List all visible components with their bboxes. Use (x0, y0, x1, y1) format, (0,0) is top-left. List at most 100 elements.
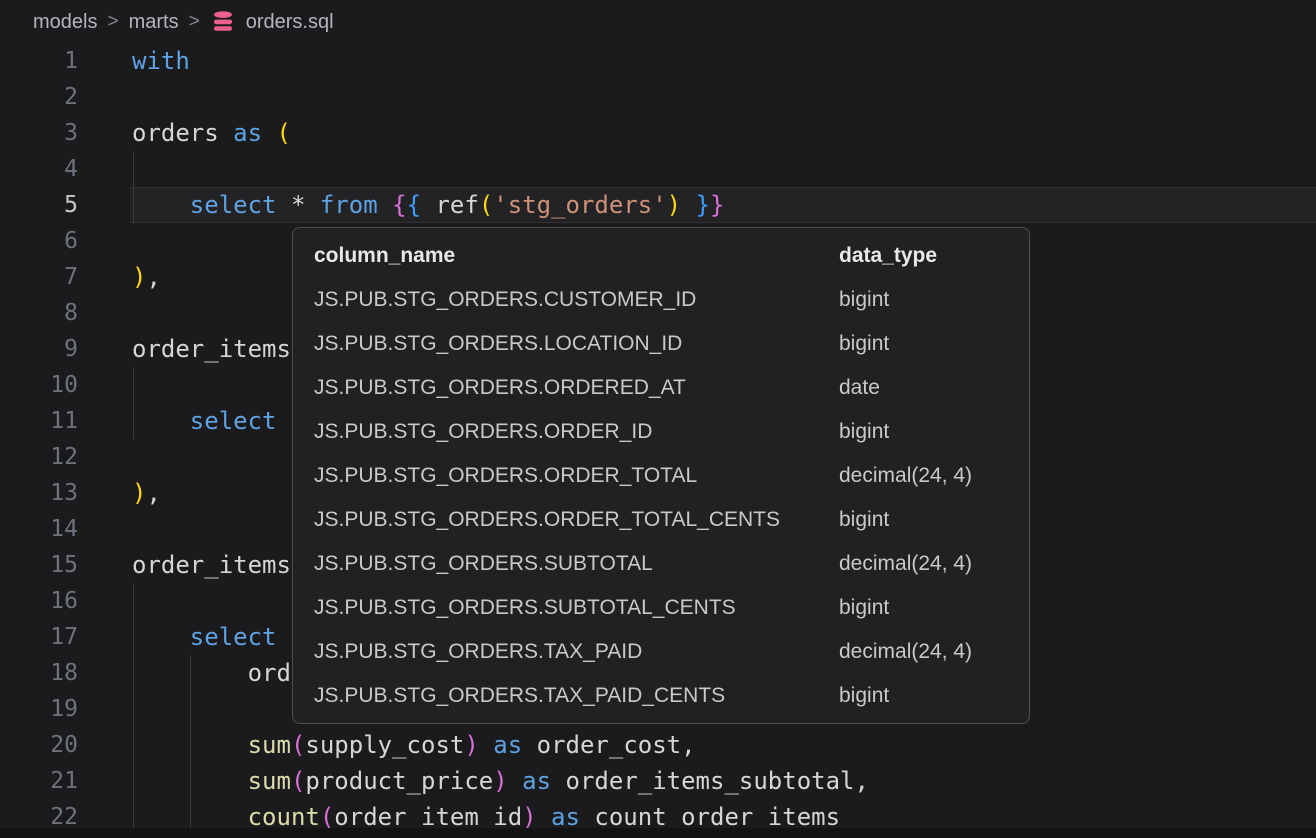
code-token: ( (320, 803, 334, 831)
data-type-cell: bigint (839, 508, 889, 532)
line-number[interactable]: 2 (0, 79, 78, 115)
data-type-cell: bigint (839, 596, 889, 620)
line-number[interactable]: 21 (0, 763, 78, 799)
line-number[interactable]: 6 (0, 223, 78, 259)
code-token (132, 191, 190, 219)
column-name-cell: JS.PUB.STG_ORDERS.LOCATION_ID (314, 332, 682, 356)
code-token (132, 623, 190, 651)
code-line-21[interactable]: 21 sum(product_price) as order_items_sub… (0, 763, 1316, 799)
code-token: * (291, 191, 305, 219)
code-token: with (132, 47, 190, 75)
line-number[interactable]: 18 (0, 655, 78, 691)
breadcrumb-item-models[interactable]: models (33, 11, 97, 34)
line-number[interactable]: 9 (0, 331, 78, 367)
code-token (522, 731, 536, 759)
code-token: select (190, 407, 277, 435)
line-number[interactable]: 4 (0, 151, 78, 187)
column-name-cell: JS.PUB.STG_ORDERS.SUBTOTAL (314, 552, 653, 576)
bottom-panel-edge (0, 828, 1316, 838)
code-line-3[interactable]: 3 orders as ( (0, 115, 1316, 151)
line-number[interactable]: 15 (0, 547, 78, 583)
code-token: ref (435, 191, 478, 219)
code-text: select * from {{ ref('stg_orders') }} (132, 187, 724, 223)
data-type-cell: decimal(24, 4) (839, 552, 972, 576)
line-number[interactable]: 16 (0, 583, 78, 619)
line-number[interactable]: 19 (0, 691, 78, 727)
code-token: { (392, 191, 406, 219)
column-row: JS.PUB.STG_ORDERS.TAX_PAID decimal(24, 4) (293, 630, 1029, 674)
code-token: order_item_id (334, 803, 522, 831)
line-number[interactable]: 3 (0, 115, 78, 151)
code-token: select (190, 623, 277, 651)
column-row: JS.PUB.STG_ORDERS.ORDERED_ATdate (293, 366, 1029, 410)
line-number[interactable]: 12 (0, 439, 78, 475)
code-line-5[interactable]: 5 select * from {{ ref('stg_orders') }} (0, 187, 1316, 223)
data-type-cell: bigint (839, 332, 889, 356)
code-text: select (132, 403, 277, 439)
data-type-cell: bigint (839, 420, 889, 444)
code-text: ), (132, 475, 161, 511)
code-token: count (248, 803, 320, 831)
code-token (262, 119, 276, 147)
code-token: , (146, 479, 160, 507)
code-text: orders as ( (132, 115, 291, 151)
code-line-1[interactable]: 1 with (0, 43, 1316, 79)
code-text: with (132, 43, 190, 79)
code-token: product_price (305, 767, 493, 795)
line-number[interactable]: 7 (0, 259, 78, 295)
code-token (132, 731, 248, 759)
data-type-cell: bigint (839, 288, 889, 312)
code-token (378, 191, 392, 219)
line-number[interactable]: 5 (0, 187, 78, 223)
code-token (132, 767, 248, 795)
code-token (551, 767, 565, 795)
breadcrumb-item-marts[interactable]: marts (129, 11, 179, 34)
line-number[interactable]: 8 (0, 295, 78, 331)
column-name-cell: JS.PUB.STG_ORDERS.SUBTOTAL_CENTS (314, 596, 736, 620)
breadcrumb-item-filename[interactable]: orders.sql (246, 11, 334, 34)
code-token (132, 407, 190, 435)
code-token: as (233, 119, 262, 147)
column-info-popup: column_name data_type JS.PUB.STG_ORDERS.… (292, 227, 1030, 724)
column-name-cell: JS.PUB.STG_ORDERS.TAX_PAID (314, 640, 642, 664)
code-token: sum (248, 731, 291, 759)
code-token: order_items (132, 551, 291, 579)
code-token (580, 803, 594, 831)
code-line-2[interactable]: 2 (0, 79, 1316, 115)
code-text: select (132, 619, 277, 655)
column-row: JS.PUB.STG_ORDERS.CUSTOMER_IDbigint (293, 278, 1029, 322)
code-token: ( (291, 767, 305, 795)
code-token: order_cost, (537, 731, 696, 759)
column-row: JS.PUB.STG_ORDERS.SUBTOTAL_CENTS bigint (293, 586, 1029, 630)
code-token: from (320, 191, 378, 219)
code-token: order_items (132, 335, 291, 363)
code-text: sum(product_price) as order_items_subtot… (132, 763, 869, 799)
column-row: JS.PUB.STG_ORDERS.SUBTOTAL decimal(24, 4) (293, 542, 1029, 586)
code-token: sum (248, 767, 291, 795)
column-name-cell: JS.PUB.STG_ORDERS.ORDERED_AT (314, 376, 686, 400)
code-text: order_items (132, 547, 291, 583)
breadcrumb-separator: > (189, 11, 200, 33)
line-number[interactable]: 13 (0, 475, 78, 511)
column-row: JS.PUB.STG_ORDERS.ORDER_IDbigint (293, 410, 1029, 454)
data-type-cell: decimal(24, 4) (839, 464, 972, 488)
line-number[interactable]: 1 (0, 43, 78, 79)
code-token: , (146, 263, 160, 291)
code-token: ) (522, 803, 536, 831)
line-number[interactable]: 11 (0, 403, 78, 439)
line-number[interactable]: 17 (0, 619, 78, 655)
line-number[interactable]: 14 (0, 511, 78, 547)
data-type-cell: decimal(24, 4) (839, 640, 972, 664)
code-token: } (696, 191, 710, 219)
line-number[interactable]: 20 (0, 727, 78, 763)
line-number[interactable]: 10 (0, 367, 78, 403)
code-token: ( (479, 191, 493, 219)
code-line-20[interactable]: 20 sum(supply_cost) as order_cost, (0, 727, 1316, 763)
code-token (132, 803, 248, 831)
popup-header-row: column_name data_type (293, 234, 1029, 278)
column-row: JS.PUB.STG_ORDERS.LOCATION_ID bigint (293, 322, 1029, 366)
code-token: select (190, 191, 277, 219)
column-name-cell: JS.PUB.STG_ORDERS.ORDER_TOTAL_CENTS (314, 508, 780, 532)
code-token: { (407, 191, 421, 219)
code-line-4[interactable]: 4 (0, 151, 1316, 187)
